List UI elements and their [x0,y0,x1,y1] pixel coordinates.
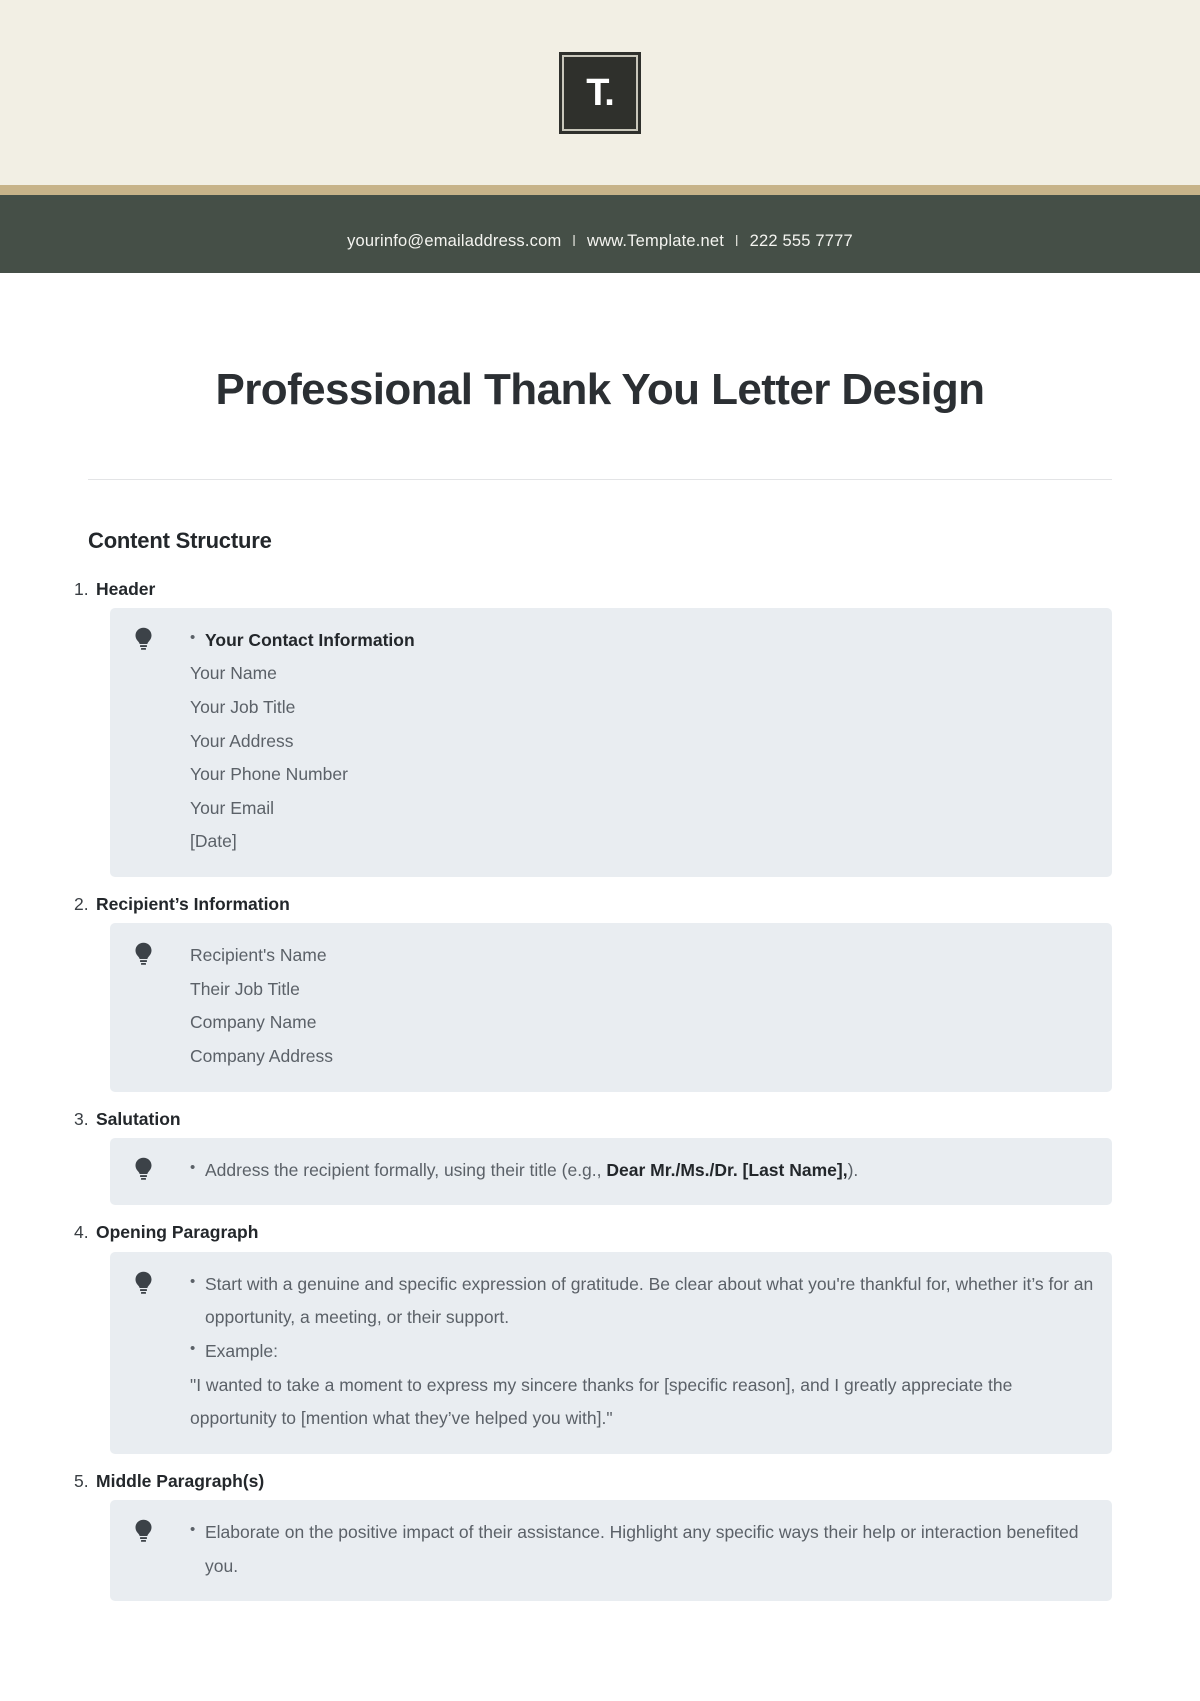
section-note-content: Start with a genuine and specific expres… [190,1268,1094,1436]
section-title-label: Opening Paragraph [96,1222,259,1243]
section-plain-line: Your Email [190,797,274,818]
section-note-box: Your Contact Information Your Name Your Jo… [110,607,1112,877]
content-structure-item: Salutation Address the recipient formall… [88,1106,1112,1206]
contact-email[interactable]: yourinfo@emailaddress.com [347,232,561,251]
content-structure-list: Header Your Contact Information Your Name… [88,576,1112,1602]
section-bullet-list: Your Contact Information [190,624,1094,658]
section-plain-line: Your Name [190,663,277,684]
section-plain-line: [Date] [190,831,237,852]
content-structure-item: Header Your Contact Information Your Name… [88,576,1112,877]
logo-label: T. [586,71,615,114]
section-plain-line: Your Phone Number [190,764,348,785]
section-title: Header [88,576,1112,602]
bullet-text-bold: Dear Mr./Ms./Dr. [Last Name], [606,1159,848,1180]
section-note-box: Recipient's Name Their Job Title Company N… [110,923,1112,1092]
section-title-label: Middle Paragraph(s) [96,1470,265,1491]
section-title: Recipient’s Information [88,891,1112,917]
contact-phone[interactable]: 222 555 7777 [750,232,853,251]
content-structure-item: Recipient’s Information Recipient's Name… [88,891,1112,1092]
section-title-label: Recipient’s Information [96,894,290,914]
letterhead-banner: T. [0,0,1200,185]
bullet-text: Start with a genuine and specific expres… [205,1273,1094,1328]
section-note-box: Start with a genuine and specific expres… [110,1251,1112,1454]
contact-website[interactable]: www.Template.net [587,232,724,251]
section-bullet: Your Contact Information [190,624,1094,658]
bullet-text-pre: Address the recipient formally, using th… [205,1159,607,1180]
section-plain-lines: Recipient's Name Their Job Title Company N… [190,939,1094,1073]
contact-separator-2: l [735,232,739,250]
page-root: T. yourinfo@emailaddress.com l www.Templ… [0,0,1200,1615]
section-bullet: Start with a genuine and specific expres… [190,1268,1094,1335]
section-example-quote: "I wanted to take a moment to express my… [190,1374,1013,1429]
bullet-text: Your Contact Information [205,629,415,650]
lightbulb-icon [128,1516,190,1544]
section-title-label: Salutation [96,1108,181,1129]
lightbulb-icon [128,624,190,652]
bullet-text-post: ). [847,1159,859,1180]
section-note-content: Elaborate on the positive impact of thei… [190,1516,1094,1583]
title-divider [88,478,1112,480]
section-note-box: Elaborate on the positive impact of thei… [110,1499,1112,1602]
template-net-logo-icon: T. [559,51,641,134]
section-note-content: Address the recipient formally, using th… [190,1154,1094,1188]
section-bullet: Example: [190,1335,1094,1369]
section-plain-line: Their Job Title [190,978,300,999]
section-title: Salutation [88,1106,1112,1132]
content-structure-item: Opening Paragraph Start with a genuine a… [88,1219,1112,1454]
section-plain-line: Your Address [190,730,294,751]
content-structure-heading: Content Structure [88,527,272,553]
contact-separator-1: l [572,232,576,250]
section-title: Opening Paragraph [88,1219,1112,1245]
gold-divider-band [0,185,1200,195]
section-bullet: Elaborate on the positive impact of thei… [190,1516,1094,1583]
section-note-content: Your Contact Information Your Name Your Jo… [190,624,1094,859]
content-structure-item: Middle Paragraph(s) Elaborate on the pos… [88,1468,1112,1602]
section-bullet-list: Elaborate on the positive impact of thei… [190,1516,1094,1583]
section-plain-line: Company Address [190,1046,333,1067]
section-plain-line: Your Job Title [190,697,296,718]
section-plain-lines: Your Name Your Job Title Your Address Your … [190,657,1094,859]
section-note-box: Address the recipient formally, using th… [110,1137,1112,1206]
section-note-content: Recipient's Name Their Job Title Company N… [190,939,1094,1073]
document-body: Professional Thank You Letter Design Con… [0,365,1200,1602]
lightbulb-icon [128,1154,190,1182]
page-title: Professional Thank You Letter Design [215,365,986,414]
contact-bar: yourinfo@emailaddress.com l www.Template… [0,195,1200,273]
bullet-text: Elaborate on the positive impact of thei… [205,1521,1079,1576]
section-title-label: Header [96,578,156,599]
lightbulb-icon [128,939,190,967]
bullet-text: Example: [205,1340,278,1361]
lightbulb-icon [128,1268,190,1296]
section-bullet-list: Start with a genuine and specific expres… [190,1268,1094,1369]
section-plain-line: Company Name [190,1012,317,1033]
section-bullet: Address the recipient formally, using th… [190,1154,1094,1188]
section-title: Middle Paragraph(s) [88,1468,1112,1494]
section-bullet-list: Address the recipient formally, using th… [190,1154,1094,1188]
section-plain-line: Recipient's Name [190,945,327,966]
